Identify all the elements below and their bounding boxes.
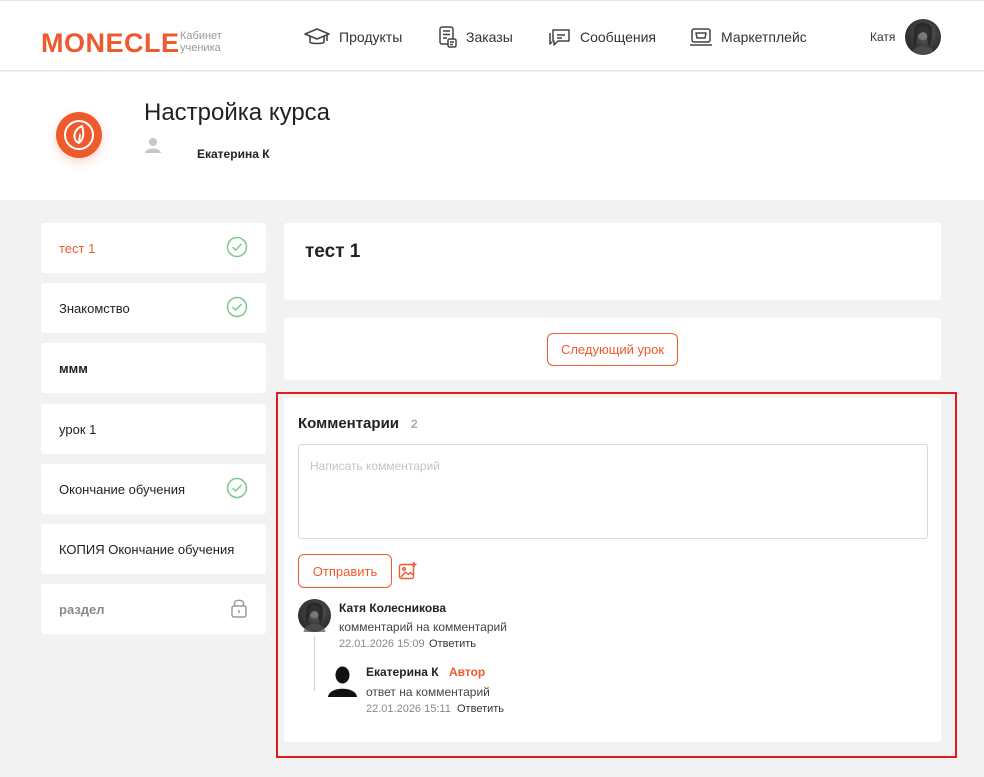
messages-icon [549, 29, 570, 46]
page-title: Настройка курса [144, 99, 331, 126]
sidebar-lesson-intro[interactable]: Знакомство [41, 283, 266, 333]
author-badge: Автор [449, 665, 486, 679]
nav-marketplace[interactable]: Маркетплейс [689, 25, 807, 49]
sidebar-lesson-label: тест 1 [59, 240, 96, 256]
comment-reply-link[interactable]: Ответить [429, 638, 476, 650]
nav-orders[interactable]: Заказы [438, 25, 513, 49]
user-avatar[interactable] [905, 19, 941, 55]
nav-products-label: Продукты [339, 29, 403, 45]
reply-reply-link[interactable]: Ответить [457, 703, 504, 715]
logo-subtitle: Кабинет ученика [180, 30, 222, 54]
nav-messages[interactable]: Сообщения [548, 25, 656, 49]
check-circle-icon [226, 477, 248, 499]
sidebar-lesson-mmm[interactable]: ммм [41, 343, 266, 393]
logo[interactable]: MONECLE [41, 29, 180, 57]
leaf-icon [64, 120, 94, 150]
user-silhouette-icon [328, 666, 357, 697]
check-circle-icon [226, 296, 248, 318]
comment-text: комментарий на комментарий [339, 620, 507, 634]
logo-subtitle-line-2: ученика [180, 42, 221, 54]
lesson-title: тест 1 [305, 241, 361, 262]
marketplace-icon [690, 28, 712, 46]
user-name[interactable]: Катя [870, 30, 895, 44]
course-header: Настройка курса Екатерина К [0, 72, 984, 200]
sidebar-lesson-finish[interactable]: Окончание обучения [41, 464, 266, 514]
check-circle-icon [226, 236, 248, 258]
graduation-cap-icon [304, 28, 330, 45]
attach-image-icon[interactable] [398, 561, 418, 581]
reply-author-avatar[interactable] [326, 664, 359, 697]
author-icon [144, 136, 162, 159]
comment-author-avatar[interactable] [298, 599, 331, 632]
sidebar-section-locked[interactable]: раздел [41, 584, 266, 634]
nav-marketplace-label: Маркетплейс [721, 29, 807, 45]
reply-text: ответ на комментарий [366, 685, 490, 699]
avatar-photo-icon [911, 22, 935, 55]
reply-author-name[interactable]: Екатерина К [366, 665, 439, 679]
course-author[interactable]: Екатерина К [197, 147, 270, 161]
comments-title: Комментарии [298, 415, 400, 432]
sidebar-lesson-label: Знакомство [59, 300, 130, 316]
sidebar-lesson-label: КОПИЯ Окончание обучения [59, 541, 235, 557]
sidebar-lesson-lesson-1[interactable]: урок 1 [41, 404, 266, 454]
reply-date: 22.01.2026 15:11 [366, 703, 451, 715]
comment-input[interactable] [298, 444, 928, 539]
next-lesson-button[interactable]: Следующий урок [547, 333, 678, 366]
logo-subtitle-line-1: Кабинет [180, 30, 222, 42]
orders-icon [439, 26, 457, 48]
reply-thread-line [314, 636, 315, 691]
nav-orders-label: Заказы [466, 29, 513, 45]
sidebar-lesson-label: ммм [59, 360, 88, 376]
sidebar-lesson-label: урок 1 [59, 421, 97, 437]
sidebar-lesson-label: раздел [59, 601, 105, 617]
comments-count: 2 [411, 417, 418, 431]
comment-date: 22.01.2026 15:09 [339, 638, 425, 650]
sidebar-lesson-finish-copy[interactable]: КОПИЯ Окончание обучения [41, 524, 266, 574]
nav-products[interactable]: Продукты [303, 25, 402, 49]
lock-icon [231, 599, 247, 618]
lesson-title-card: тест 1 [284, 223, 941, 300]
comment-author-name[interactable]: Катя Колесникова [339, 601, 446, 615]
sidebar-lesson-label: Окончание обучения [59, 481, 186, 497]
top-header: MONECLE Кабинет ученика Продукты Заказы … [0, 0, 984, 71]
sidebar-lesson-test-1[interactable]: тест 1 [41, 223, 266, 273]
send-comment-button[interactable]: Отправить [298, 554, 392, 588]
course-logo [56, 112, 102, 158]
avatar-photo-icon [303, 602, 326, 632]
nav-messages-label: Сообщения [580, 29, 656, 45]
